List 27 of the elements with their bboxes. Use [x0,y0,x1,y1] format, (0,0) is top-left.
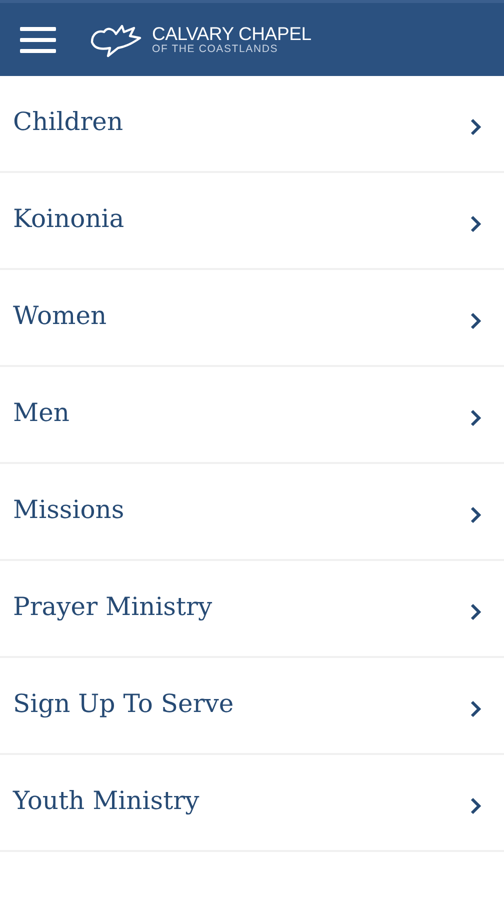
chevron-right-icon [470,506,482,524]
menu-item-label: Men [13,398,70,426]
menu-item[interactable]: Youth Ministry [0,755,504,850]
menu-item-label: Children [13,106,124,136]
chevron-right-icon [470,408,482,426]
menu-item-label: Prayer Ministry [13,592,212,620]
menu-item-label: Missions [13,494,124,524]
chevron-right-icon [470,312,482,330]
menu-button[interactable] [20,26,56,52]
menu-item[interactable]: Men [0,367,504,462]
chevron-right-icon [470,214,482,232]
menu-item[interactable]: Prayer Ministry [0,561,504,656]
logo-subtitle: OF THE COASTLANDS [152,44,280,55]
menu-item-label: Sign Up To Serve [13,688,234,718]
menu-item[interactable]: Missions [0,464,504,559]
chevron-right-icon [470,118,482,136]
chevron-right-icon [470,602,482,620]
menu-item[interactable]: Children [0,76,504,171]
menu-item[interactable]: Women [0,270,504,365]
menu-item-label: Koinonia [13,204,124,232]
chevron-right-icon [470,700,482,718]
chevron-right-icon [470,796,482,814]
logo-title: CALVARY CHAPEL [152,24,312,44]
menu-item[interactable]: Sign Up To Serve [0,658,504,753]
menu-item-label: Women [13,300,107,330]
menu-item-label: Youth Ministry [13,786,200,814]
menu-item[interactable]: Koinonia [0,173,504,268]
